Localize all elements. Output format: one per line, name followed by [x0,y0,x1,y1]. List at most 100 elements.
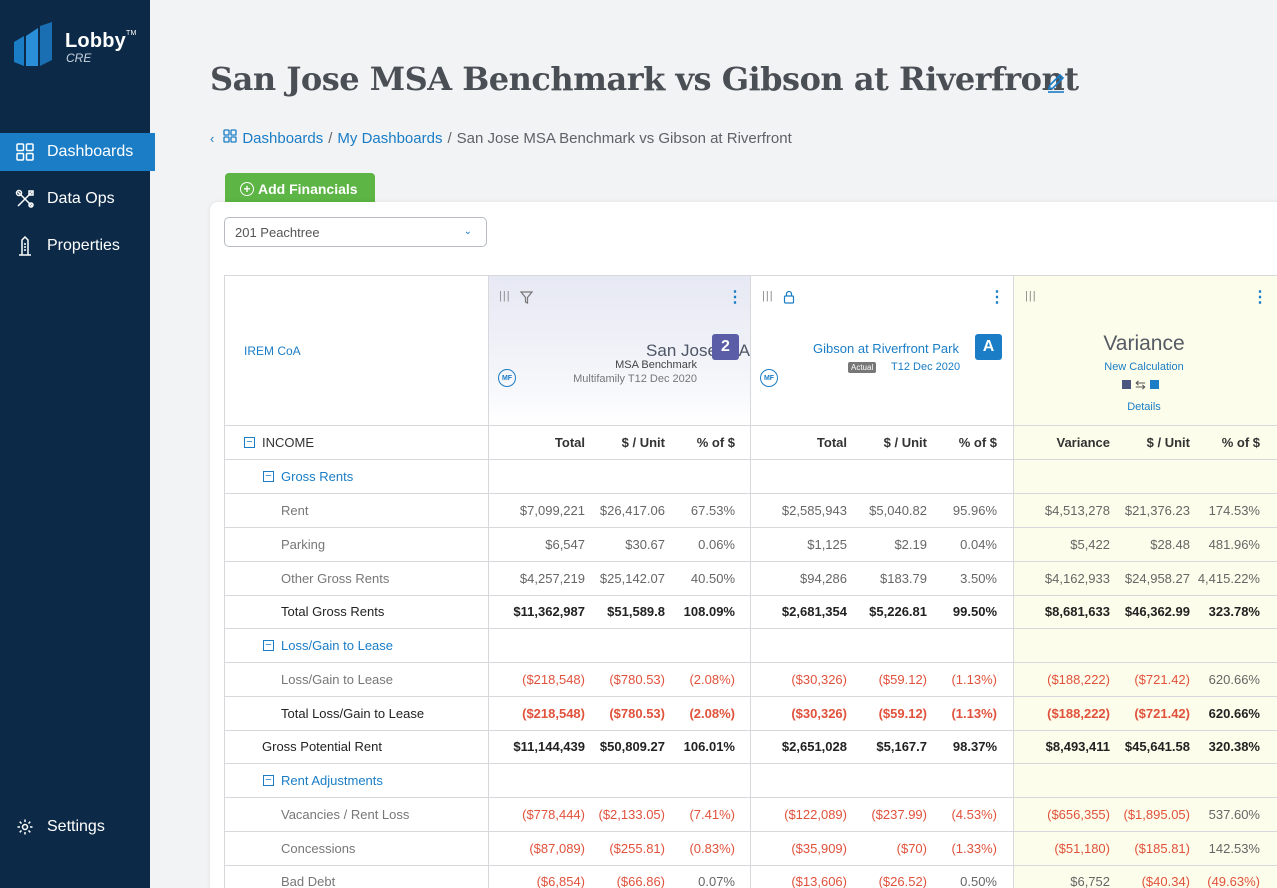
row-label: Parking [281,537,326,552]
add-financials-label: Add Financials [258,180,358,197]
table-cell: $50,809.27 [599,739,665,754]
table-cell: 108.09% [683,604,735,619]
table-cell: $1,125 [807,537,847,552]
property-select[interactable]: 201 Peachtree ⌄ [224,217,487,247]
sidebar-item-settings[interactable]: Settings [0,808,155,846]
benchmark-color-swatch [1122,380,1131,389]
coa-label[interactable]: IREM CoA [244,344,301,358]
column-header[interactable]: Total [555,435,585,450]
row-label[interactable]: Rent Adjustments [281,773,383,788]
table-cell: ($188,222) [1047,672,1110,687]
row-label: Concessions [281,841,356,856]
actual-tag: Actual [848,362,877,373]
table-cell: $5,422 [1070,537,1110,552]
table-cell: $2.19 [894,537,927,552]
column-header[interactable]: Total [817,435,847,450]
lock-icon [783,290,795,309]
column-header[interactable]: % of $ [1222,435,1260,450]
variance-details-link[interactable]: Details [1013,401,1275,413]
logo[interactable]: LobbyTM CRE [12,22,142,70]
table-cell: ($1,895.05) [1123,807,1191,822]
variance-swap[interactable]: ⇆ [1122,378,1159,391]
table-cell: (49.63%) [1207,874,1260,888]
chevron-down-icon: ⌄ [463,226,472,237]
chevron-left-icon[interactable]: ‹ [210,131,214,146]
grid-line [224,865,1277,866]
table-cell: ($13,606) [791,874,847,888]
breadcrumb-dashboards-link[interactable]: Dashboards [242,130,323,147]
breadcrumb-separator: / [447,129,452,147]
table-cell: ($778,444) [522,807,585,822]
variance-calculation-link[interactable]: New Calculation [1013,361,1275,373]
table-cell: $24,958.27 [1124,571,1190,586]
sidebar-item-properties[interactable]: Properties [0,227,155,265]
multifamily-badge: MF [498,369,516,387]
table-cell: $5,226.81 [869,604,927,619]
table-cell: $5,167.7 [876,739,927,754]
table-cell: (2.08%) [689,672,735,687]
table-cell: 620.66% [1208,706,1260,721]
sidebar-item-label: Properties [47,237,120,254]
column-header[interactable]: $ / Unit [884,435,927,450]
column-menu-icon[interactable]: ⋮ [1252,290,1268,306]
table-cell: $94,286 [800,571,847,586]
column-header[interactable]: $ / Unit [622,435,665,450]
table-cell: $183.79 [880,571,927,586]
property-name-link[interactable]: Gibson at Riverfront Park [813,341,959,356]
table-cell: 0.04% [960,537,997,552]
table-cell: 174.53% [1208,503,1260,518]
column-header[interactable]: % of $ [697,435,735,450]
table-cell: (7.41%) [689,807,735,822]
table-cell: ($35,909) [791,841,847,856]
collapse-icon[interactable]: − [263,640,274,651]
table-cell: 537.60% [1208,807,1260,822]
grid-line [224,425,1277,426]
table-cell: ($122,089) [784,807,847,822]
drag-handle-icon[interactable]: ||| [499,290,511,302]
logo-name: LobbyTM [65,30,137,52]
table-cell: 323.78% [1208,604,1260,619]
table-cell: $51,589.8 [607,604,665,619]
breadcrumb: ‹ Dashboards / My Dashboards / San Jose … [210,129,792,147]
table-cell: ($51,180) [1054,841,1110,856]
table-cell: ($780.53) [609,706,665,721]
drag-handle-icon[interactable]: ||| [762,290,774,302]
column-header[interactable]: $ / Unit [1147,435,1190,450]
table-cell: $2,585,943 [781,503,847,518]
row-label[interactable]: Gross Rents [281,469,353,484]
collapse-icon[interactable]: − [263,471,274,482]
sidebar-item-dashboards[interactable]: Dashboards [0,133,155,171]
table-cell: ($185.81) [1134,841,1190,856]
row-label: Gross Potential Rent [262,739,382,754]
column-header[interactable]: Variance [1057,435,1111,450]
grid-line [224,595,1277,596]
table-cell: ($721.42) [1134,672,1190,687]
column-menu-icon[interactable]: ⋮ [989,290,1005,306]
table-cell: ($2,133.05) [598,807,666,822]
collapse-icon[interactable]: − [244,437,255,448]
breadcrumb-my-dashboards-link[interactable]: My Dashboards [337,130,442,147]
add-financials-button[interactable]: + Add Financials [225,173,375,204]
sidebar-item-data-ops[interactable]: Data Ops [0,180,155,218]
table-cell: 99.50% [952,604,997,619]
multifamily-badge: MF [760,369,778,387]
table-cell: $7,099,221 [519,503,585,518]
column-header[interactable]: % of $ [959,435,997,450]
table-cell: $28.48 [1150,537,1190,552]
row-label: Bad Debt [281,874,336,888]
table-cell: $8,493,411 [1045,739,1110,754]
row-label: Total Gross Rents [281,604,385,619]
row-label[interactable]: Loss/Gain to Lease [281,638,393,653]
grid-line [224,730,1277,731]
benchmark-count-badge: 2 [712,334,739,360]
collapse-icon[interactable]: − [263,775,274,786]
edit-pencil-icon[interactable] [1045,72,1067,94]
row-label: Rent [281,503,309,518]
table-cell: 320.38% [1208,739,1260,754]
drag-handle-icon[interactable]: ||| [1025,290,1037,302]
grid-line [224,696,1277,697]
table-cell: 3.50% [960,571,997,586]
table-cell: $30.67 [625,537,665,552]
filter-icon[interactable] [519,291,534,309]
column-menu-icon[interactable]: ⋮ [727,290,743,306]
